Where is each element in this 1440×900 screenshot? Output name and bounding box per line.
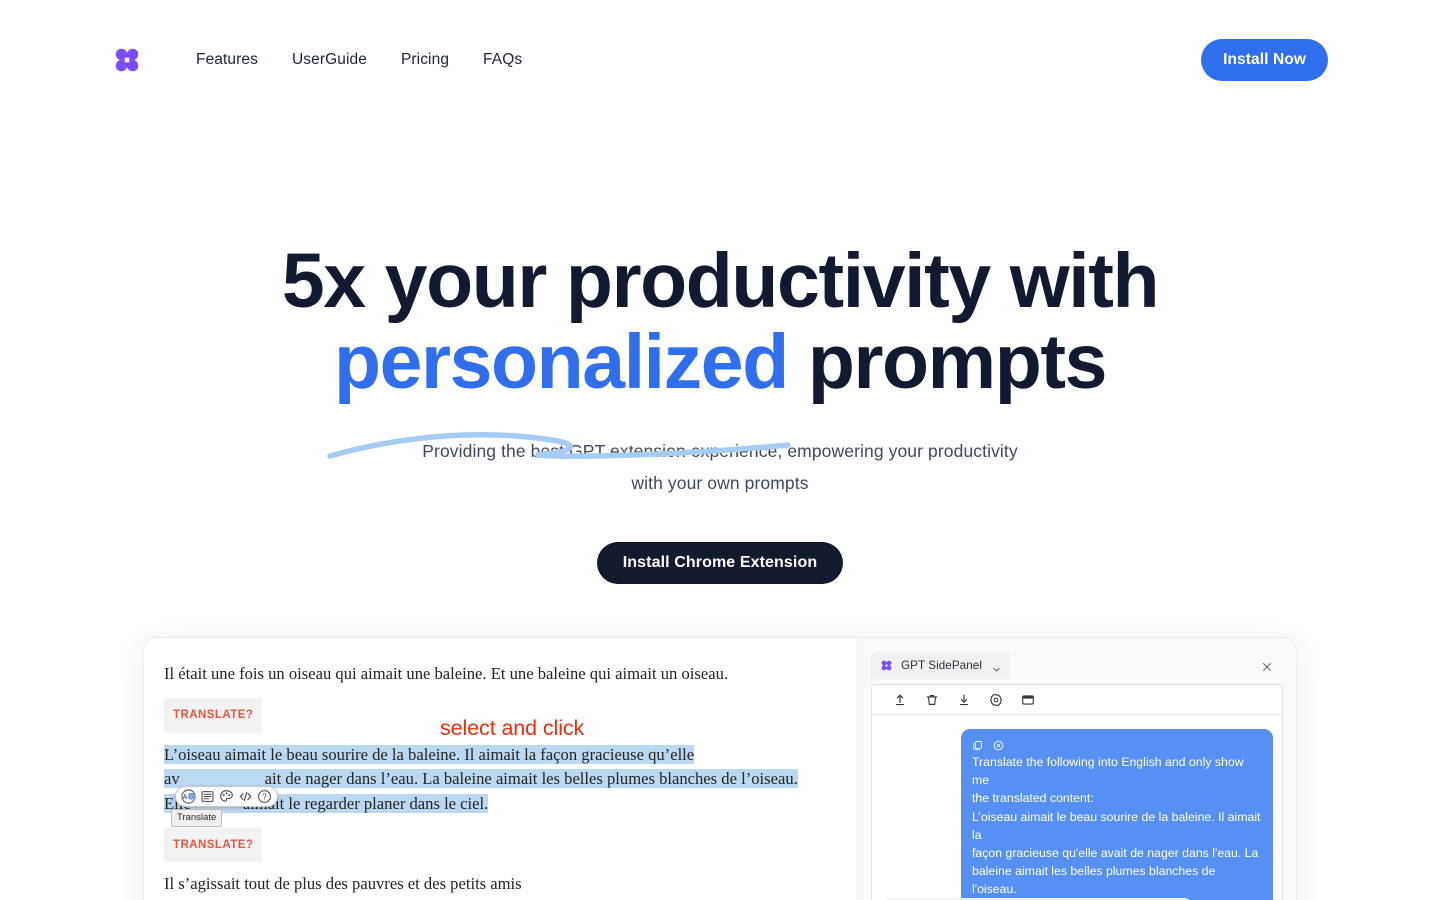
nav-link-userguide[interactable]: UserGuide bbox=[292, 51, 367, 69]
trash-icon[interactable] bbox=[925, 693, 939, 707]
chevron-down-icon[interactable] bbox=[992, 661, 1001, 672]
help-icon[interactable]: ? bbox=[257, 789, 272, 804]
selected-line-1: L’oiseau aimait le beau sourire de la ba… bbox=[164, 744, 695, 764]
install-now-button[interactable]: Install Now bbox=[1201, 39, 1328, 81]
nav-link-faqs[interactable]: FAQs bbox=[483, 51, 522, 69]
summarize-icon[interactable] bbox=[200, 789, 215, 804]
selected-line-2-rest: ait de nager dans l’eau. La baleine aima… bbox=[179, 769, 798, 789]
gear-icon[interactable] bbox=[989, 693, 1003, 707]
hero-section: 5x your productivity with personalized p… bbox=[0, 120, 1440, 584]
upload-icon[interactable] bbox=[893, 693, 907, 707]
gpt-sidepanel-pane: GPT SidePanel Translate the following in… bbox=[857, 638, 1296, 900]
svg-text:文: 文 bbox=[189, 792, 195, 800]
sidepanel-title-chip[interactable]: GPT SidePanel bbox=[871, 652, 1011, 679]
top-navigation-bar: Features UserGuide Pricing FAQs Install … bbox=[0, 0, 1440, 120]
svg-text:A: A bbox=[183, 794, 188, 801]
demo-screenshot-card: Il était une fois un oiseau qui aimait u… bbox=[143, 637, 1297, 900]
article-text: Il était une fois un oiseau qui aimait u… bbox=[164, 662, 835, 897]
code-icon[interactable] bbox=[238, 789, 253, 804]
palette-icon[interactable] bbox=[219, 789, 234, 804]
hero-subtitle-line-2: with your own prompts bbox=[631, 473, 809, 493]
user-message-line-3: L’oiseau aimait le beau sourire de la ba… bbox=[972, 809, 1261, 842]
window-icon[interactable] bbox=[1021, 693, 1035, 707]
headline-line-2: personalized prompts bbox=[327, 319, 1108, 459]
sidepanel-header: GPT SidePanel bbox=[871, 652, 1283, 679]
install-chrome-extension-button[interactable]: Install Chrome Extension bbox=[596, 542, 844, 584]
article-paragraph-1: Il était une fois un oiseau qui aimait u… bbox=[164, 664, 729, 683]
svg-text:?: ? bbox=[262, 793, 267, 802]
download-icon[interactable] bbox=[957, 693, 971, 707]
headline-line-1: 5x your productivity with bbox=[281, 238, 1160, 324]
sidepanel-title: GPT SidePanel bbox=[901, 659, 983, 672]
user-message-line-5: baleine aimait les belles plumes blanche… bbox=[972, 864, 1216, 897]
hero-subtitle-line-1: Providing the best GPT extension experie… bbox=[422, 441, 1018, 461]
close-icon[interactable] bbox=[1261, 660, 1273, 672]
user-message-line-2: the translated content: bbox=[972, 791, 1094, 806]
nav-link-pricing[interactable]: Pricing bbox=[401, 51, 449, 69]
close-circle-icon[interactable] bbox=[993, 738, 1004, 751]
copy-icon[interactable] bbox=[972, 738, 983, 750]
page-title: 5x your productivity with personalized p… bbox=[0, 120, 1440, 459]
cta-wrapper: Install Chrome Extension bbox=[0, 542, 1440, 584]
user-bubble-actions bbox=[972, 738, 1262, 751]
select-and-click-hint: select and click bbox=[440, 716, 585, 740]
sidepanel-body: Translate the following into English and… bbox=[871, 684, 1283, 900]
headline-accent-word: personalized bbox=[333, 319, 789, 405]
flower-logo-icon bbox=[880, 659, 893, 672]
hero-subtitle: Providing the best GPT extension experie… bbox=[0, 435, 1440, 499]
selected-line-2-prefix: av bbox=[164, 769, 180, 789]
nav-link-features[interactable]: Features bbox=[196, 51, 258, 69]
demo-article-pane: Il était une fois un oiseau qui aimait u… bbox=[144, 638, 857, 900]
translate-tooltip: Translate bbox=[171, 809, 223, 827]
translate-badge-2[interactable]: TRANSLATE? bbox=[164, 828, 263, 863]
selection-mini-toolbar[interactable]: A 文 ? bbox=[175, 786, 278, 807]
article-paragraph-cut: Il s’agissait tout de plus des pauvres e… bbox=[164, 874, 522, 894]
user-message-line-4: façon gracieuse qu'elle avait de nager d… bbox=[972, 846, 1259, 861]
user-message-bubble: Translate the following into English and… bbox=[961, 729, 1273, 900]
user-message-line-1: Translate the following into English and… bbox=[972, 755, 1244, 788]
headline-tail: prompts bbox=[787, 319, 1108, 405]
nav-links: Features UserGuide Pricing FAQs bbox=[196, 51, 522, 69]
flower-logo-icon[interactable] bbox=[112, 45, 142, 75]
translate-icon[interactable]: A 文 bbox=[181, 789, 196, 804]
translate-badge-1[interactable]: TRANSLATE? bbox=[164, 698, 263, 733]
sidepanel-toolbar bbox=[872, 685, 1282, 715]
